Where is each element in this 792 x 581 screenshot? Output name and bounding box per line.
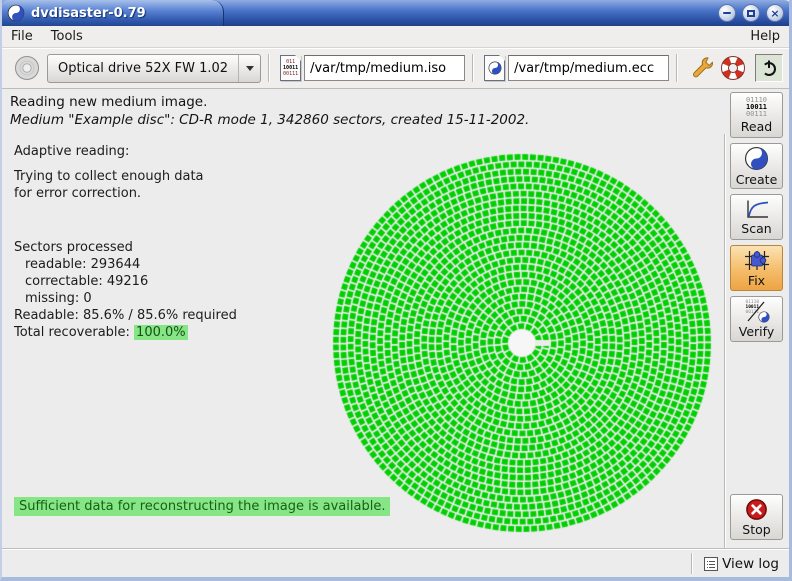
scan-curve-icon [744, 199, 770, 220]
toolbar-separator [676, 54, 678, 82]
ecc-file-icon [484, 55, 505, 81]
help-lifesaver-icon[interactable] [720, 55, 746, 81]
mode-description: Trying to collect enough data [14, 169, 314, 184]
toolbar-separator [268, 54, 270, 82]
reconstruction-message: Sufficient data for reconstructing the i… [14, 497, 390, 516]
stat-missing: missing: 0 [14, 291, 314, 306]
puzzle-piece-icon [744, 249, 770, 272]
stop-icon [745, 498, 768, 521]
menu-help[interactable]: Help [741, 27, 789, 46]
minimize-button[interactable] [718, 4, 736, 22]
stop-button[interactable]: Stop [730, 494, 783, 540]
menubar: File Tools Help [2, 26, 789, 48]
recoverable-value: 100.0% [134, 325, 188, 340]
cd-drive-icon [14, 55, 40, 81]
main-panel: Adaptive reading: Trying to collect enou… [2, 134, 789, 548]
drive-selector-value: Optical drive 52X FW 1.02 [48, 61, 238, 76]
recoverable-line: Total recoverable: 100.0% [14, 325, 314, 340]
yin-yang-icon [744, 146, 769, 171]
statusbar-separator [691, 553, 693, 574]
window-controls: × [718, 4, 784, 22]
verify-button[interactable]: 01110 10011 00111 Verify [730, 296, 783, 342]
app-logo-icon [7, 4, 25, 22]
disc-visualization [317, 138, 727, 548]
stat-readable: readable: 293644 [14, 257, 314, 272]
mode-label: Adaptive reading: [14, 144, 314, 159]
title-tab: dvdisaster-0.79 [0, 0, 224, 26]
menu-file[interactable]: File [2, 27, 42, 46]
toolbar: Optical drive 52X FW 1.02 011 10011 0011… [2, 48, 789, 89]
log-icon [704, 557, 718, 571]
menu-tools[interactable]: Tools [42, 27, 92, 46]
ecc-path-input[interactable] [508, 55, 669, 81]
statusbar: View log [2, 548, 789, 577]
fix-button[interactable]: Fix [730, 245, 783, 291]
maximize-button[interactable] [742, 4, 760, 22]
status-header: Reading new medium image. Medium "Exampl… [2, 90, 789, 135]
close-button[interactable]: × [766, 4, 784, 22]
app-window: dvdisaster-0.79 × File Tools Help Optica… [0, 0, 792, 581]
readable-summary: Readable: 85.6% / 85.6% required [14, 308, 314, 323]
toolbar-separator [472, 54, 474, 82]
iso-file-icon: 011 10011 00111 [280, 55, 301, 81]
iso-path-input[interactable] [304, 55, 465, 81]
preferences-wrench-icon[interactable] [688, 55, 714, 81]
titlebar: dvdisaster-0.79 × [0, 0, 792, 26]
read-button[interactable]: 01110 10011 00111 Read [730, 92, 783, 138]
sectors-title: Sectors processed [14, 240, 314, 255]
create-button[interactable]: Create [730, 143, 783, 189]
chevron-down-icon [238, 55, 260, 82]
reading-stats-panel: Adaptive reading: Trying to collect enou… [14, 144, 314, 342]
binary-read-icon: 01110 10011 00111 [746, 97, 767, 118]
stat-correctable: correctable: 49216 [14, 274, 314, 289]
verify-compare-icon: 01110 10011 00111 [744, 300, 770, 323]
quit-power-button[interactable] [755, 54, 783, 82]
status-line1: Reading new medium image. [10, 94, 781, 110]
view-log-button[interactable]: View log [700, 552, 783, 575]
medium-info-line: Medium "Example disc": CD-R mode 1, 3428… [10, 112, 781, 128]
sidebar-separator [724, 134, 726, 548]
window-title: dvdisaster-0.79 [31, 6, 146, 21]
scan-button[interactable]: Scan [730, 194, 783, 240]
drive-selector[interactable]: Optical drive 52X FW 1.02 [47, 54, 261, 83]
